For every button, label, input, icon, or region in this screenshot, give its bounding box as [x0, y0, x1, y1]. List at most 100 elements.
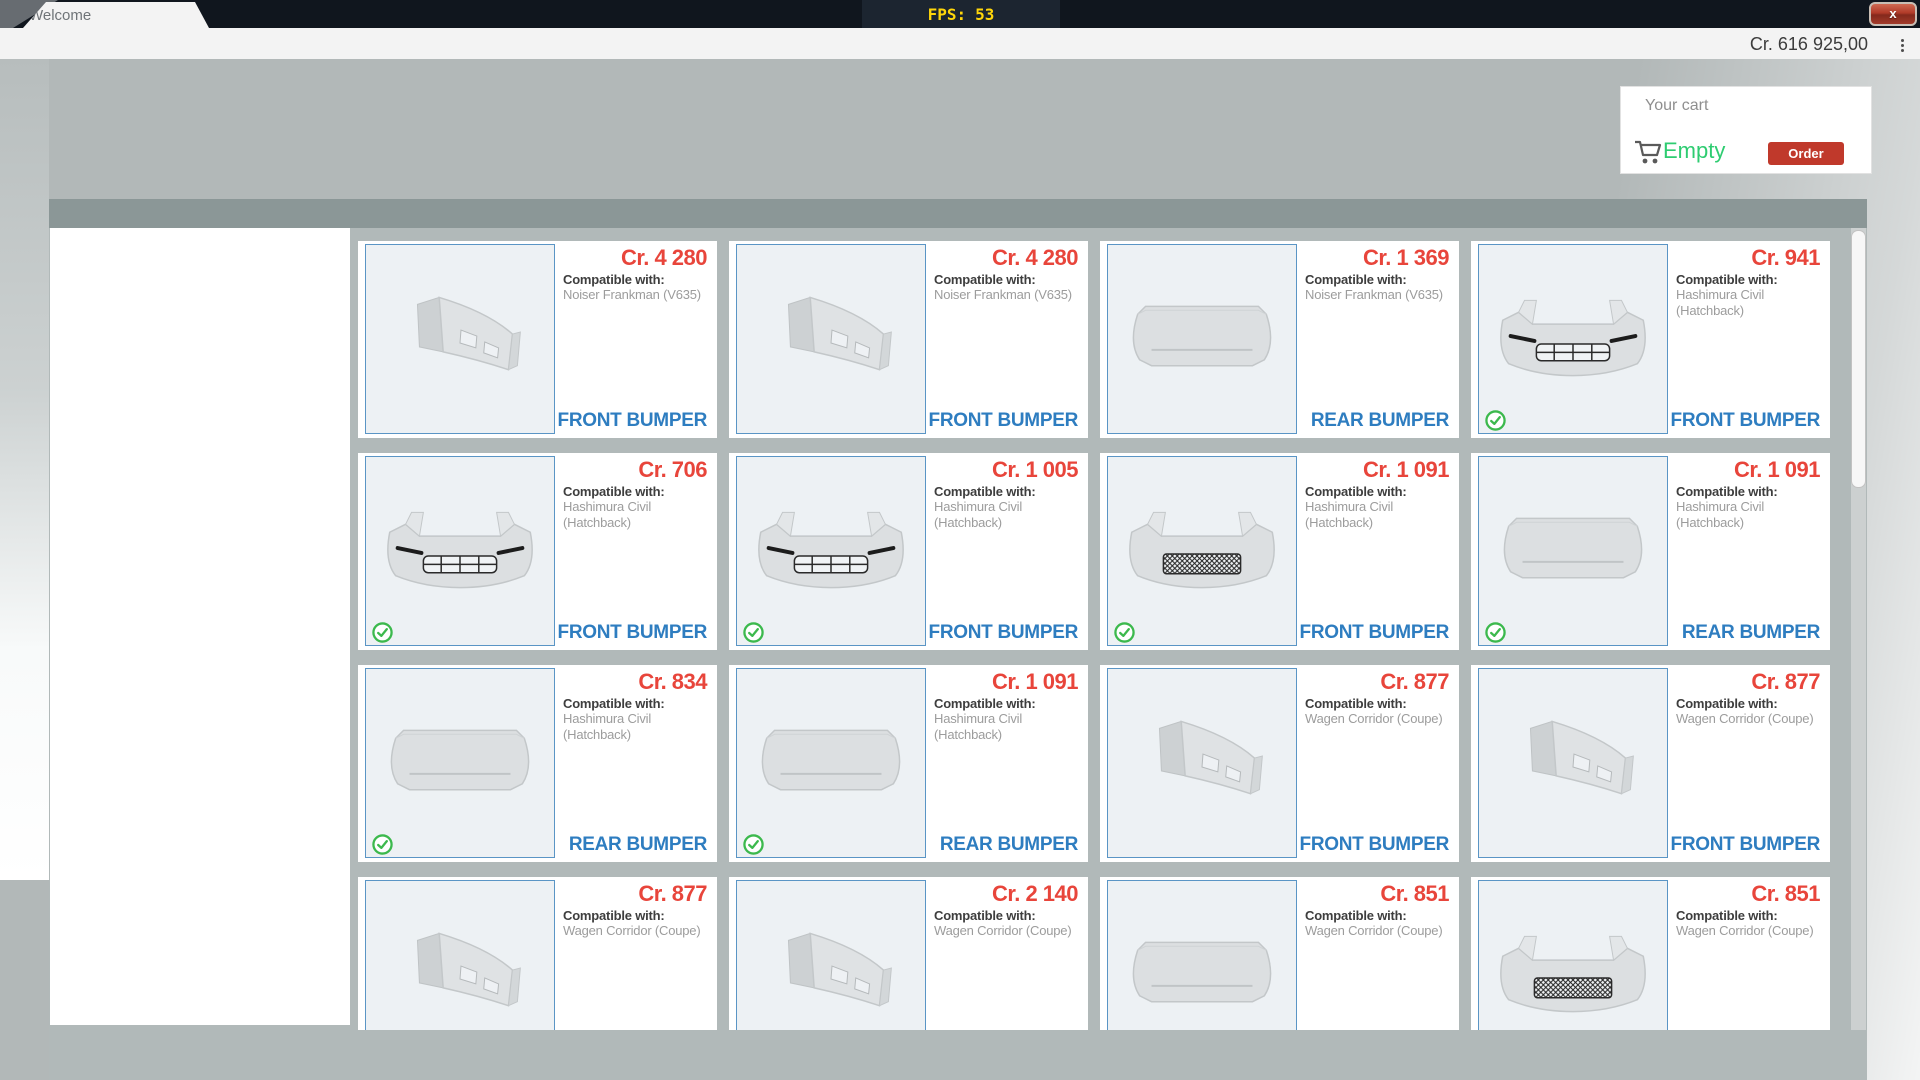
product-card[interactable]: Cr. 1 091 Compatible with: Hashimura Civ…: [729, 665, 1088, 862]
compatible-model: Wagen Corridor (Coupe): [1676, 923, 1822, 939]
part-type-label: REAR BUMPER: [1682, 622, 1820, 644]
compatible-with-label: Compatible with:: [1305, 484, 1451, 499]
bumper-render: [1159, 721, 1262, 793]
products-grid: Cr. 4 280 Compatible with: Noiser Frankm…: [358, 241, 1842, 1030]
product-image: [736, 880, 926, 1030]
product-card[interactable]: Cr. 1 005 Compatible with: Hashimura Civ…: [729, 453, 1088, 650]
product-price: Cr. 851: [1751, 881, 1820, 907]
compatibility-block: Compatible with: Wagen Corridor (Coupe): [1305, 908, 1451, 939]
bumper-render: [1501, 936, 1645, 1011]
compatibility-block: Compatible with: Hashimura Civil(Hatchba…: [1676, 484, 1822, 530]
bumper-render: [788, 297, 891, 369]
product-image: [1478, 456, 1668, 646]
product-card[interactable]: Cr. 877 Compatible with: Wagen Corridor …: [358, 877, 717, 1030]
bumper-render: [417, 933, 520, 1005]
sidebar-category-item[interactable]: [50, 608, 350, 632]
compatible-model: Wagen Corridor (Coupe): [934, 923, 1080, 939]
owned-check-icon: [743, 622, 764, 643]
product-price: Cr. 706: [638, 457, 707, 483]
products-viewport: Cr. 4 280 Compatible with: Noiser Frankm…: [358, 228, 1842, 1030]
product-card[interactable]: Cr. 851 Compatible with: Wagen Corridor …: [1471, 877, 1830, 1030]
product-card[interactable]: Cr. 877 Compatible with: Wagen Corridor …: [1100, 665, 1459, 862]
fps-counter: FPS: 53: [862, 0, 1060, 28]
category-sidebar: [50, 228, 350, 1025]
compatible-model: (Hatchback): [563, 727, 709, 743]
compatible-model: Wagen Corridor (Coupe): [563, 923, 709, 939]
sidebar-category-item[interactable]: [50, 233, 350, 257]
compatible-model: (Hatchback): [1676, 515, 1822, 531]
compatible-with-label: Compatible with:: [563, 696, 709, 711]
bumper-render: [417, 297, 520, 369]
background-left-strip: [0, 59, 49, 880]
part-type-label: FRONT BUMPER: [1671, 834, 1820, 856]
product-card[interactable]: Cr. 851 Compatible with: Wagen Corridor …: [1100, 877, 1459, 1030]
product-price: Cr. 851: [1380, 881, 1449, 907]
compatible-model: Hashimura Civil: [563, 711, 709, 727]
sidebar-category-item[interactable]: [50, 558, 350, 582]
sidebar-category-item[interactable]: [50, 269, 350, 293]
compatible-with-label: Compatible with:: [1305, 908, 1451, 923]
product-image: [365, 244, 555, 434]
credits-balance: Cr. 616 925,00: [1750, 34, 1868, 55]
sidebar-category-item[interactable]: [50, 338, 350, 362]
compatible-model: Hashimura Civil: [1676, 287, 1822, 303]
bumper-render: [1130, 512, 1274, 587]
product-card[interactable]: Cr. 4 280 Compatible with: Noiser Frankm…: [729, 241, 1088, 438]
product-price: Cr. 834: [638, 669, 707, 695]
shopping-cart-icon: [1633, 137, 1663, 167]
compatibility-block: Compatible with: Noiser Frankman (V635): [934, 272, 1080, 303]
part-type-label: FRONT BUMPER: [558, 410, 707, 432]
product-price: Cr. 877: [1751, 669, 1820, 695]
product-card[interactable]: Cr. 706 Compatible with: Hashimura Civil…: [358, 453, 717, 650]
product-card[interactable]: Cr. 1 091 Compatible with: Hashimura Civ…: [1100, 453, 1459, 650]
sidebar-category-item[interactable]: [50, 374, 350, 398]
part-type-label: REAR BUMPER: [569, 834, 707, 856]
compatible-with-label: Compatible with:: [563, 484, 709, 499]
product-image: [1107, 668, 1297, 858]
product-card[interactable]: Cr. 941 Compatible with: Hashimura Civil…: [1471, 241, 1830, 438]
sidebar-category-item[interactable]: [50, 508, 350, 532]
product-card[interactable]: Cr. 2 140 Compatible with: Wagen Corrido…: [729, 877, 1088, 1030]
compatible-model: Hashimura Civil: [934, 499, 1080, 515]
kebab-menu-icon[interactable]: [1896, 36, 1908, 54]
product-card[interactable]: Cr. 877 Compatible with: Wagen Corridor …: [1471, 665, 1830, 862]
product-card[interactable]: Cr. 1 369 Compatible with: Noiser Frankm…: [1100, 241, 1459, 438]
product-card[interactable]: Cr. 4 280 Compatible with: Noiser Frankm…: [358, 241, 717, 438]
compatibility-block: Compatible with: Wagen Corridor (Coupe): [1305, 696, 1451, 727]
compatibility-block: Compatible with: Hashimura Civil(Hatchba…: [563, 696, 709, 742]
bumper-render: [388, 512, 532, 587]
tab-welcome[interactable]: Welcome: [23, 2, 209, 28]
compatibility-block: Compatible with: Hashimura Civil(Hatchba…: [934, 696, 1080, 742]
compatible-model: Hashimura Civil: [1305, 499, 1451, 515]
compatible-with-label: Compatible with:: [1676, 908, 1822, 923]
scrollbar-thumb[interactable]: [1851, 230, 1866, 488]
product-image: [365, 880, 555, 1030]
product-image: [1107, 456, 1297, 646]
compatible-with-label: Compatible with:: [1676, 696, 1822, 711]
compatible-with-label: Compatible with:: [934, 272, 1080, 287]
product-price: Cr. 1 369: [1363, 245, 1449, 271]
order-button[interactable]: Order: [1768, 142, 1844, 165]
sidebar-category-item[interactable]: [50, 304, 350, 328]
close-icon[interactable]: x: [1869, 2, 1917, 26]
bumper-render: [391, 730, 528, 789]
compatible-with-label: Compatible with:: [563, 908, 709, 923]
compatible-model: Hashimura Civil: [563, 499, 709, 515]
compatibility-block: Compatible with: Noiser Frankman (V635): [1305, 272, 1451, 303]
sidebar-category-item[interactable]: [50, 458, 350, 482]
compatibility-block: Compatible with: Noiser Frankman (V635): [563, 272, 709, 303]
part-type-label: FRONT BUMPER: [558, 622, 707, 644]
bumper-render: [759, 512, 903, 587]
compatibility-block: Compatible with: Wagen Corridor (Coupe): [1676, 696, 1822, 727]
product-card[interactable]: Cr. 834 Compatible with: Hashimura Civil…: [358, 665, 717, 862]
bumper-render: [1504, 518, 1641, 577]
product-image: [1478, 244, 1668, 434]
product-image: [1478, 668, 1668, 858]
bumper-render: [1501, 300, 1645, 375]
product-card[interactable]: Cr. 1 091 Compatible with: Hashimura Civ…: [1471, 453, 1830, 650]
vertical-scrollbar[interactable]: [1851, 228, 1866, 1030]
compatible-with-label: Compatible with:: [934, 908, 1080, 923]
part-type-label: FRONT BUMPER: [1671, 410, 1820, 432]
part-type-label: REAR BUMPER: [940, 834, 1078, 856]
sidebar-category-item[interactable]: [50, 408, 350, 432]
